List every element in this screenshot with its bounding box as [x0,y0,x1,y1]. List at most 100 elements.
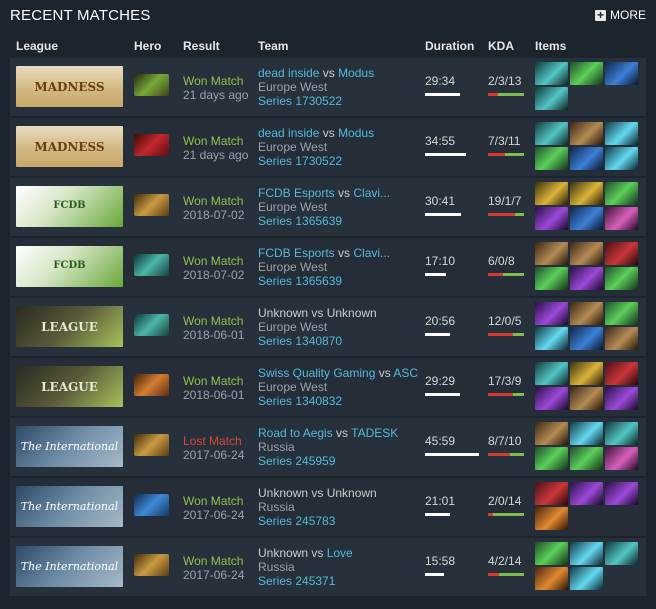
match-row[interactable]: FCDB Won Match 2018-07-02 FCDB Esports v… [10,178,646,236]
team2-link[interactable]: Modus [338,126,374,140]
item-icon[interactable] [535,447,568,470]
team2-link[interactable]: Clavi... [353,246,390,260]
item-icon[interactable] [535,507,568,530]
item-icon[interactable] [535,87,568,110]
item-icon[interactable] [535,387,568,410]
result-outcome[interactable]: Won Match [183,314,244,328]
item-icon[interactable] [605,482,638,505]
item-icon[interactable] [605,327,638,350]
result-outcome[interactable]: Won Match [183,374,244,388]
item-icon[interactable] [605,207,638,230]
item-icon[interactable] [535,242,568,265]
col-kda[interactable]: KDA [488,39,514,53]
match-row[interactable]: MADNESS Won Match 21 days ago dead insid… [10,58,646,116]
series-link[interactable]: Series 245783 [258,514,377,528]
item-icon[interactable] [535,327,568,350]
team1-link[interactable]: Swiss Quality Gaming [258,366,375,380]
hero-portrait[interactable] [134,434,169,456]
col-duration[interactable]: Duration [425,39,474,53]
item-icon[interactable] [605,387,638,410]
item-icon[interactable] [535,542,568,565]
item-icon[interactable] [570,207,603,230]
col-team[interactable]: Team [258,39,288,53]
result-outcome[interactable]: Won Match [183,254,244,268]
item-icon[interactable] [570,147,603,170]
result-outcome[interactable]: Lost Match [183,434,244,448]
item-icon[interactable] [570,542,603,565]
team1-link[interactable]: dead inside [258,126,319,140]
item-icon[interactable] [570,182,603,205]
col-items[interactable]: Items [535,39,566,53]
league-banner[interactable]: The International [16,486,123,527]
item-icon[interactable] [605,182,638,205]
item-icon[interactable] [605,422,638,445]
item-icon[interactable] [535,267,568,290]
match-row[interactable]: LEAGUE Won Match 2018-06-01 Unknown vs U… [10,298,646,356]
match-row[interactable]: FCDB Won Match 2018-07-02 FCDB Esports v… [10,238,646,296]
item-icon[interactable] [605,147,638,170]
item-icon[interactable] [535,482,568,505]
result-outcome[interactable]: Won Match [183,74,248,88]
series-link[interactable]: Series 245959 [258,454,398,468]
team2-link[interactable]: Modus [338,66,374,80]
league-banner[interactable]: MADNESS [16,126,123,167]
hero-portrait[interactable] [134,74,169,96]
hero-portrait[interactable] [134,194,169,216]
item-icon[interactable] [570,242,603,265]
more-button[interactable]: + MORE [595,8,646,22]
item-icon[interactable] [605,447,638,470]
item-icon[interactable] [535,122,568,145]
result-outcome[interactable]: Won Match [183,494,244,508]
match-row[interactable]: The International Won Match 2017-06-24 U… [10,538,646,596]
item-icon[interactable] [535,62,568,85]
item-icon[interactable] [605,122,638,145]
team2-link[interactable]: Love [327,546,353,560]
hero-portrait[interactable] [134,254,169,276]
series-link[interactable]: Series 1730522 [258,94,374,108]
item-icon[interactable] [535,567,568,590]
item-icon[interactable] [570,447,603,470]
item-icon[interactable] [605,242,638,265]
team1-link[interactable]: FCDB Esports [258,186,335,200]
hero-portrait[interactable] [134,554,169,576]
team2-link[interactable]: Clavi... [353,186,390,200]
item-icon[interactable] [605,267,638,290]
col-hero[interactable]: Hero [134,39,161,53]
team2-link[interactable]: ASC [393,366,418,380]
item-icon[interactable] [535,147,568,170]
series-link[interactable]: Series 1365639 [258,274,390,288]
series-link[interactable]: Series 1365639 [258,214,390,228]
item-icon[interactable] [535,362,568,385]
league-banner[interactable]: The International [16,426,123,467]
league-banner[interactable]: The International [16,546,123,587]
series-link[interactable]: Series 1340832 [258,394,418,408]
item-icon[interactable] [570,567,603,590]
item-icon[interactable] [535,182,568,205]
league-banner[interactable]: LEAGUE [16,366,123,407]
item-icon[interactable] [570,387,603,410]
hero-portrait[interactable] [134,134,169,156]
item-icon[interactable] [570,362,603,385]
result-outcome[interactable]: Won Match [183,554,244,568]
item-icon[interactable] [570,267,603,290]
hero-portrait[interactable] [134,374,169,396]
item-icon[interactable] [535,207,568,230]
item-icon[interactable] [535,422,568,445]
item-icon[interactable] [570,302,603,325]
result-outcome[interactable]: Won Match [183,134,248,148]
match-row[interactable]: MADNESS Won Match 21 days ago dead insid… [10,118,646,176]
league-banner[interactable]: FCDB [16,186,123,227]
col-result[interactable]: Result [183,39,220,53]
item-icon[interactable] [535,302,568,325]
series-link[interactable]: Series 1730522 [258,154,374,168]
league-banner[interactable]: LEAGUE [16,306,123,347]
series-link[interactable]: Series 245371 [258,574,353,588]
result-outcome[interactable]: Won Match [183,194,244,208]
item-icon[interactable] [605,362,638,385]
team1-link[interactable]: FCDB Esports [258,246,335,260]
col-league[interactable]: League [16,39,58,53]
team1-link[interactable]: Road to Aegis [258,426,333,440]
item-icon[interactable] [605,302,638,325]
match-row[interactable]: The International Lost Match 2017-06-24 … [10,418,646,476]
league-banner[interactable]: FCDB [16,246,123,287]
